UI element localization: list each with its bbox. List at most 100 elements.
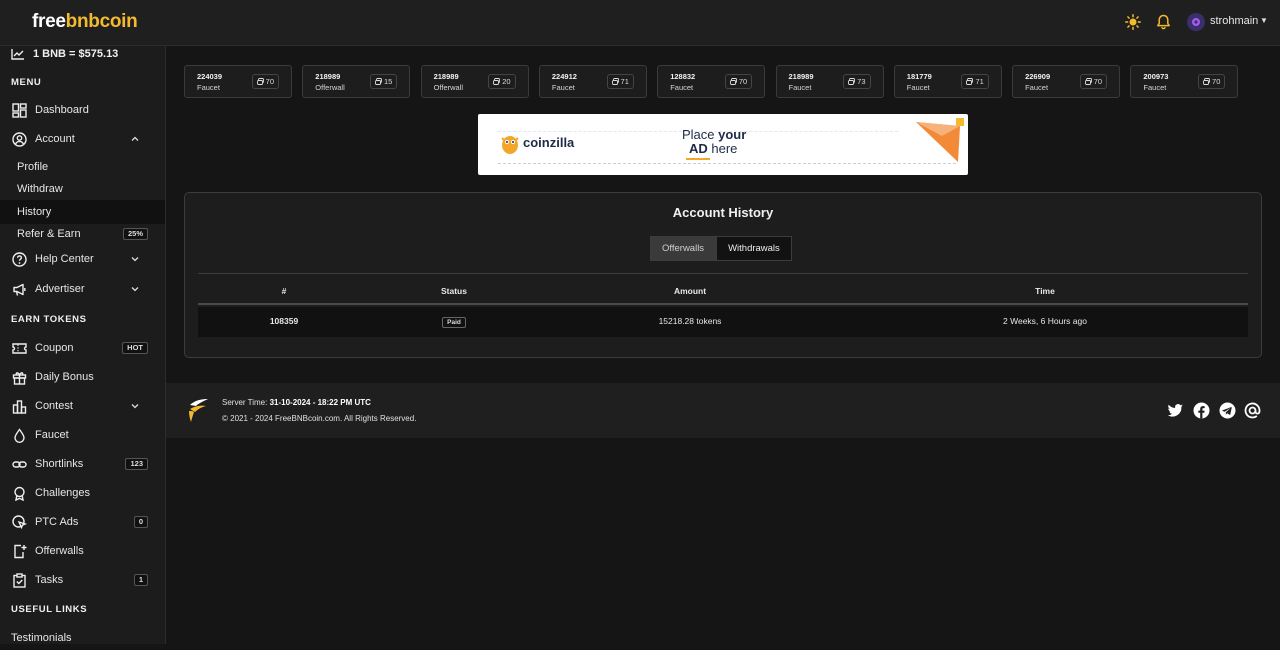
activity-user-id: 128832 [670,72,696,81]
section-useful-links: USEFUL LINKS [11,604,88,615]
tab-withdrawals[interactable]: Withdrawals [716,236,792,261]
sidebar-item-label: Advertiser [35,283,85,295]
activity-type: Faucet [788,83,812,92]
sidebar-item-coupon[interactable]: Coupon HOT [0,336,165,360]
activity-card: 224912 Faucet 71 [538,65,647,98]
sidebar-item-daily-bonus[interactable]: Daily Bonus [0,365,165,389]
section-earn-tokens: EARN TOKENS [11,314,87,325]
medal-icon [14,486,25,501]
ad-text-bold: your [718,127,747,142]
sidebar-item-account[interactable]: Account [0,127,165,151]
sidebar-item-dashboard[interactable]: Dashboard [0,98,165,122]
activity-card: 218989 Offerwall 20 [420,65,529,98]
server-time-label: Server Time: [222,398,270,407]
sidebar-item-challenges[interactable]: Challenges [0,481,165,505]
activity-amount-value: 71 [975,77,984,86]
tab-offerwalls[interactable]: Offerwalls [650,236,717,261]
activity-user-id: 226909 [1025,72,1051,81]
section-menu: MENU [11,77,42,88]
sidebar-item-faucet[interactable]: Faucet [0,423,165,447]
dashboard-icon [12,102,27,118]
column-header-time: Time [1035,286,1055,296]
ptc-badge: 0 [133,516,148,528]
sidebar-item-ptc-ads[interactable]: PTC Ads 0 [0,510,165,534]
theme-toggle-sun-icon[interactable] [1125,14,1141,30]
activity-type: Offerwall [315,83,345,92]
activity-user-id: 200973 [1143,72,1169,81]
coins-icon [729,78,737,85]
logo-text-part2: bnbcoin [65,11,138,32]
water-drop-icon [14,427,25,443]
sidebar-item-help-center[interactable]: Help Center [0,247,165,271]
activity-amount-value: 70 [265,77,274,86]
sidebar-item-refer[interactable]: Refer & Earn 25% [0,222,165,246]
sidebar-item-testimonials[interactable]: Testimonials [0,626,165,650]
cell-time: 2 Weeks, 6 Hours ago [1003,316,1087,326]
paper-plane-icon [916,118,964,162]
sidebar-item-label: Profile [17,161,49,173]
server-time: Server Time: 31-10-2024 - 18:22 PM UTC [222,398,371,407]
sidebar-item-label: Account [35,133,75,145]
sidebar-item-contest[interactable]: Contest [0,394,165,418]
cell-status: Paid [370,316,538,328]
table-header: # Status Amount Time [198,277,1248,305]
account-history-panel: Account History Offerwalls Withdrawals #… [184,192,1262,358]
coins-icon [848,78,856,85]
activity-type: Offerwall [433,83,464,92]
ad-text: Place [682,127,719,142]
ad-text: here [707,141,738,156]
footer: Server Time: 31-10-2024 - 18:22 PM UTC ©… [166,383,1280,438]
sidebar-item-advertiser[interactable]: Advertiser [0,277,165,301]
activity-user-id: 224039 [197,72,223,81]
twitter-icon[interactable] [1167,402,1184,419]
phone-plus-icon [14,544,27,558]
site-logo[interactable]: freebnbcoin [32,11,138,33]
table-row: 108359 Paid 15218.28 tokens 2 Weeks, 6 H… [198,307,1248,337]
sidebar-item-shortlinks[interactable]: Shortlinks 123 [0,452,165,476]
bnb-price: 1 BNB = $575.13 [11,47,118,61]
sidebar-item-withdraw[interactable]: Withdraw [0,177,165,201]
activity-card: 200973 Faucet 70 [1130,65,1238,98]
footer-logo-icon [189,399,208,422]
sidebar: 1 BNB = $575.13 MENU Dashboard Account P… [0,46,166,644]
sidebar-item-offerwalls[interactable]: Offerwalls [0,539,165,563]
sidebar-item-label: Testimonials [11,632,72,644]
sidebar-item-label: Tasks [35,574,64,586]
telegram-icon[interactable] [1219,402,1236,419]
coupon-badge: HOT [122,342,148,354]
ad-text-bold: AD [689,141,708,156]
notification-bell-icon[interactable] [1156,14,1171,30]
live-activity-feed: 224039 Faucet 70 218989 Offerwall 15 218989 Off… [184,65,1238,99]
main-content: 224039 Faucet 70 218989 Offerwall 15 218989 Off… [166,46,1280,644]
activity-card: 128832 Faucet 70 [657,65,766,98]
sidebar-item-label: Faucet [35,429,69,441]
activity-type: Faucet [670,83,694,92]
username-label[interactable]: strohmain [1210,15,1258,27]
activity-user-id: 218989 [433,72,459,81]
copyright: © 2021 - 2024 FreeBNBcoin.com. All Right… [222,414,417,423]
sidebar-item-label: Coupon [35,342,74,354]
sidebar-item-history[interactable]: History [0,200,165,224]
activity-amount: 70 [251,74,279,89]
user-menu-chevron-down-icon[interactable]: ▼ [1260,16,1268,25]
sidebar-item-profile[interactable]: Profile [0,155,165,179]
shortlinks-badge: 123 [125,458,148,470]
sidebar-item-label: PTC Ads [35,516,79,528]
user-avatar[interactable] [1187,13,1205,31]
activity-card: 224039 Faucet 70 [184,65,292,98]
column-header-id: # [281,286,287,296]
sidebar-item-tasks[interactable]: Tasks 1 [0,568,165,592]
ad-banner[interactable]: coinzilla Place your AD here [478,114,968,175]
coupon-icon [12,342,27,354]
coins-icon [966,78,974,85]
facebook-icon[interactable] [1193,402,1210,419]
sidebar-item-label: Refer & Earn [17,228,81,240]
activity-amount: 20 [488,74,516,89]
top-bar: freebnbcoin strohmain ▼ [0,0,1280,46]
activity-amount-value: 15 [383,77,393,86]
sidebar-item-label: History [17,206,52,218]
email-at-icon[interactable] [1244,402,1261,419]
coins-icon [1084,78,1092,85]
activity-amount-value: 70 [1212,77,1221,86]
history-tabs: Offerwalls Withdrawals [650,236,792,261]
